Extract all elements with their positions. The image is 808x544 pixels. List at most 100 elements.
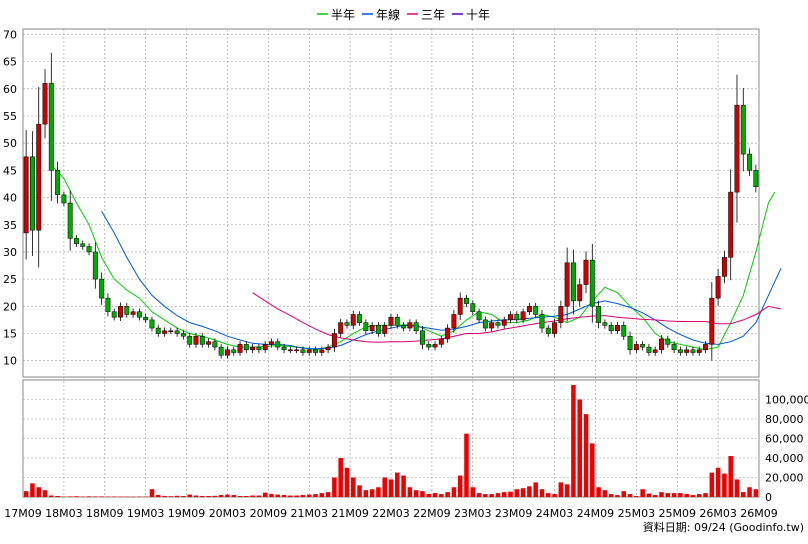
volume-bar	[659, 492, 664, 497]
candle-body	[577, 284, 583, 302]
volume-bar	[237, 496, 243, 497]
date-tick-label: 25M09	[658, 507, 696, 520]
volume-bar	[118, 496, 123, 498]
candle-body	[281, 346, 287, 351]
candle-body	[526, 306, 532, 312]
volume-bar	[99, 496, 104, 497]
volume-bar	[476, 493, 482, 497]
volume-bar	[244, 496, 249, 497]
candle-body	[124, 306, 130, 315]
volume-bar	[552, 494, 557, 497]
price-tick-label: 55	[3, 110, 17, 123]
legend-label-3year: 三年	[421, 8, 445, 22]
volume-bar	[690, 495, 696, 497]
price-tick-labels: 10 15 20 25 30 35 40 45 50 55 60 65 70	[3, 28, 17, 367]
date-tick-label: 26M03	[699, 507, 737, 520]
candle-body	[231, 349, 237, 353]
candle-body	[29, 156, 35, 231]
candle-body	[155, 327, 161, 334]
volume-bar	[332, 477, 337, 497]
candle-body	[615, 325, 620, 332]
date-tick-label: 23M03	[454, 507, 492, 520]
candle-body	[696, 349, 702, 353]
candle-body	[130, 311, 136, 315]
volume-bar	[615, 495, 620, 497]
volume-bar	[508, 491, 513, 497]
legend-item-3year: 三年	[407, 8, 445, 22]
candle-body	[250, 346, 256, 351]
volume-bar	[61, 496, 67, 498]
candle-body	[438, 338, 444, 345]
volume-bar	[357, 485, 362, 497]
volume-bar	[457, 475, 463, 497]
volume-bar	[608, 494, 614, 497]
volume-bar	[571, 384, 576, 497]
candle-body	[715, 276, 721, 299]
volume-bar	[426, 494, 432, 497]
volume-bar	[382, 477, 387, 497]
volume-tick-label: 20,000	[765, 472, 804, 485]
volume-bar	[495, 493, 501, 497]
volume-bar	[162, 496, 167, 497]
candle-body	[747, 153, 753, 171]
candle-body	[703, 344, 708, 351]
volume-bar	[432, 493, 438, 497]
volume-bar	[187, 494, 192, 497]
candle-body	[401, 325, 407, 329]
candle-body	[319, 349, 325, 353]
volume-bar	[709, 472, 715, 497]
candle-body	[652, 349, 658, 353]
candle-body	[520, 311, 526, 321]
candle-body	[143, 316, 149, 321]
candle-body	[489, 322, 495, 329]
volume-bar	[168, 496, 174, 497]
volume-bar	[105, 496, 111, 498]
candle-body	[608, 325, 614, 332]
volume-bar	[212, 495, 218, 497]
volume-bar	[36, 487, 41, 497]
candle-body	[162, 330, 167, 334]
volume-bar	[401, 475, 406, 497]
volume-bar	[741, 492, 746, 497]
candle-body	[99, 278, 105, 299]
volume-bar	[86, 496, 92, 497]
price-tick-label: 50	[3, 137, 17, 150]
candle-body	[331, 333, 337, 348]
volume-bar	[734, 479, 740, 497]
candle-body	[495, 322, 501, 326]
date-tick-label: 19M03	[127, 507, 165, 520]
date-tick-label: 21M03	[290, 507, 328, 520]
candle-body	[74, 238, 79, 245]
date-tick-label: 20M09	[250, 507, 288, 520]
volume-bar	[514, 489, 520, 497]
candle-body	[269, 341, 274, 345]
ma-year-line	[101, 210, 782, 350]
volume-bar	[627, 494, 633, 497]
candle-body	[627, 335, 633, 351]
candle-body	[287, 349, 293, 352]
candle-body	[180, 333, 186, 337]
candle-body	[168, 330, 174, 333]
candle-body	[407, 322, 413, 329]
candle-body	[42, 83, 48, 125]
volume-bar	[420, 491, 425, 497]
volume-bar	[193, 495, 199, 497]
volume-bar	[671, 493, 677, 497]
volume-bar	[338, 458, 343, 497]
volume-bar	[218, 495, 224, 497]
volume-bar	[376, 487, 381, 497]
footer-note: 資料日期: 09/24 (Goodinfo.tw)	[643, 520, 804, 534]
candle-body	[275, 341, 281, 348]
volume-bar	[231, 495, 236, 497]
candle-body	[118, 306, 123, 318]
candle-body	[596, 306, 602, 323]
legend-item-10year: 十年	[452, 8, 490, 22]
volume-bar	[602, 490, 608, 497]
volume-bar	[646, 493, 652, 497]
candle-body	[174, 330, 180, 334]
candle-body	[149, 319, 155, 329]
candle-body	[306, 349, 312, 353]
volume-tick-label: 100,000	[765, 394, 808, 407]
date-tick-label: 18M09	[86, 507, 124, 520]
stock-chart: 半年 年線 三年 十年 10 15 20 25 30 35 40 45 50 55 60 65 70 0…	[0, 0, 808, 540]
